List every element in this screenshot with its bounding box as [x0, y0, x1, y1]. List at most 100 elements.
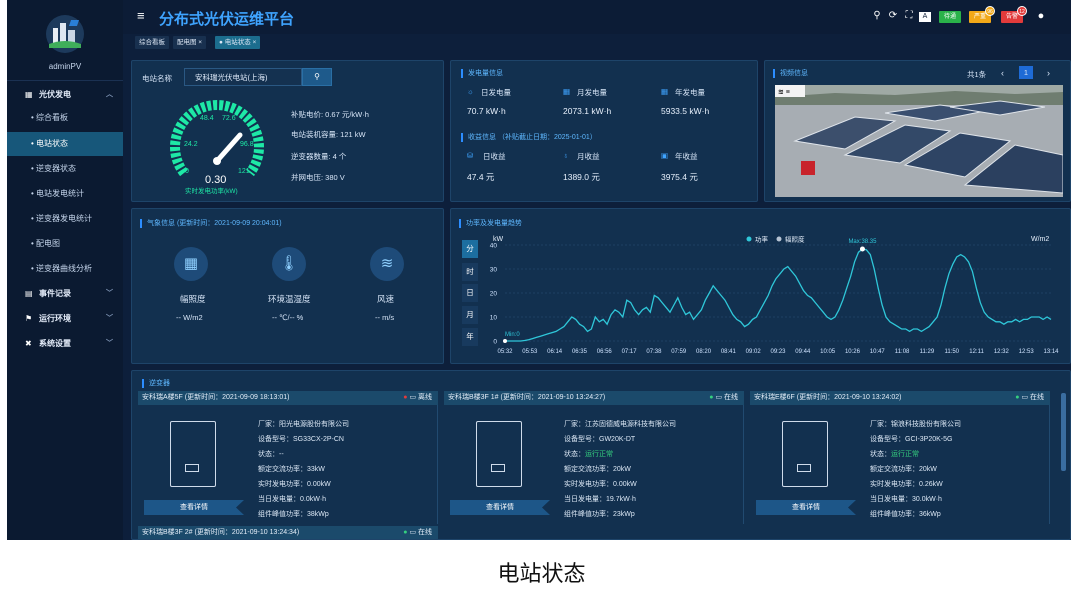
- inverter-rated-power: 额定交流功率：20kW: [870, 466, 937, 473]
- x-tick-label: 09:23: [770, 349, 786, 355]
- view-details-button[interactable]: 查看详情: [144, 500, 244, 515]
- user-icon[interactable]: ●: [1035, 10, 1047, 22]
- view-details-button[interactable]: 查看详情: [756, 500, 856, 515]
- menu-toggle-icon[interactable]: ≡: [137, 8, 145, 23]
- inverter-device-image: [170, 421, 216, 487]
- inverter-card-title: 安科瑞E楼6F (更新时间：2021-09-10 13:24:02): [754, 394, 902, 401]
- station-name-field[interactable]: [184, 68, 302, 86]
- prev-page-button[interactable]: ‹: [1001, 68, 1004, 78]
- menu-group-settings[interactable]: ✖ 系统设置 ﹀: [7, 333, 123, 355]
- battery-icon: ▭: [409, 394, 418, 401]
- inverter-card-title: 安科瑞A楼5F (更新时间：2021-09-09 18:13:01): [142, 394, 290, 401]
- inverter-device-image: [782, 421, 828, 487]
- inverter-factory: 厂家：锦浪科技股份有限公司: [870, 421, 961, 428]
- inverter-card: 安科瑞E楼6F (更新时间：2021-09-10 13:24:02) ● ▭ 在线…: [750, 391, 1050, 524]
- state-value: --: [279, 451, 284, 458]
- view-details-button[interactable]: 查看详情: [450, 500, 550, 515]
- gauge-tick: 96.8: [240, 141, 254, 148]
- menu-group-events[interactable]: ▤ 事件记录 ﹀: [7, 283, 123, 305]
- state-value: 运行正常: [585, 451, 613, 458]
- yearly-generation-value: 5933.5 kW·h: [661, 106, 710, 116]
- top-bar: ≡ 分布式光伏运维平台 ⚲ ⟳ ⛶ A 待通 严重 96 告警 12 ● 综合看板 …: [123, 0, 1071, 49]
- sidebar-item-overview[interactable]: • 综合看板: [7, 106, 123, 130]
- inverter-status: ● ▭ 在线: [709, 391, 738, 405]
- pending-button[interactable]: 待通: [939, 11, 961, 23]
- gauge-zero: 0: [185, 168, 189, 175]
- coins-icon: ⛁: [467, 151, 474, 160]
- x-tick-label: 09:02: [746, 349, 762, 355]
- gauge-value: 0.30: [205, 174, 226, 186]
- solar-panel-icon: ▦: [174, 247, 208, 281]
- menu-group-label: 光伏发电: [39, 90, 71, 99]
- chevron-down-icon: ﹀: [106, 315, 113, 322]
- sidebar-item-station-stats[interactable]: • 电站发电统计: [7, 182, 123, 206]
- income-title: 收益信息 （补贴截止日期：2025-01-01）: [461, 133, 597, 142]
- gauge-max: 121: [238, 168, 250, 175]
- alarm-label: 告警: [1005, 14, 1018, 20]
- legend-irradiance-label: 辐照度: [785, 235, 805, 244]
- page-number-button[interactable]: 1: [1019, 66, 1033, 79]
- x-tick-label: 12:53: [1019, 349, 1035, 355]
- scrollbar[interactable]: [1061, 393, 1066, 471]
- next-page-button[interactable]: ›: [1047, 68, 1050, 78]
- period-year-button[interactable]: 年: [462, 328, 478, 346]
- sidebar-item-station-status[interactable]: • 电站状态: [7, 132, 123, 156]
- chart-panel: 功率及发电量趋势 分 时 日 月 年 0 10 20 30 40 kW W/m2 05:32 0…: [450, 208, 1071, 364]
- period-day-button[interactable]: 日: [462, 284, 478, 302]
- inverter-state: 状态：运行正常: [564, 449, 613, 459]
- menu-group-pv[interactable]: ▦ 光伏发电 ︿: [7, 84, 123, 106]
- battery-icon: ▭: [1021, 394, 1030, 401]
- video-title: 视频信息: [773, 69, 808, 78]
- period-minute-button[interactable]: 分: [462, 240, 478, 258]
- irradiance-value: -- W/m2: [176, 313, 203, 322]
- state-label: 状态：: [870, 451, 891, 458]
- grid-icon: ▦: [25, 90, 33, 99]
- tools-icon: ✖: [25, 339, 32, 348]
- search-icon[interactable]: ⚲: [871, 10, 883, 21]
- state-value: 运行正常: [891, 451, 919, 458]
- monthly-income-label: 月收益: [577, 152, 600, 161]
- station-search-button[interactable]: ⚲: [302, 68, 332, 86]
- x-tick-label: 06:56: [597, 349, 613, 355]
- gauge-tick: 24.2: [184, 141, 198, 148]
- severe-button[interactable]: 严重 96: [969, 6, 995, 23]
- x-tick-label: 10:05: [820, 349, 836, 355]
- font-size-icon[interactable]: A: [919, 12, 931, 22]
- y-tick-label: 40: [490, 243, 498, 250]
- period-hour-button[interactable]: 时: [462, 263, 478, 281]
- menu-group-environment[interactable]: ⚑ 运行环境 ﹀: [7, 308, 123, 330]
- page-title: 分布式光伏运维平台: [159, 11, 295, 28]
- period-month-button[interactable]: 月: [462, 306, 478, 324]
- sidebar-item-curve-analysis[interactable]: • 逆变器曲线分析: [7, 257, 123, 281]
- tab-distribution[interactable]: 配电图 ×: [173, 36, 207, 49]
- tab-overview[interactable]: 综合看板: [135, 36, 169, 49]
- sidebar-item-inverter-status[interactable]: • 逆变器状态: [7, 157, 123, 181]
- video-feed[interactable]: ≋ ≡: [775, 85, 1063, 197]
- video-total: 共1条: [967, 70, 987, 79]
- status-text: 在线: [1030, 394, 1044, 401]
- installed-capacity: 电站装机容量: 121 kW: [291, 130, 366, 139]
- x-tick-label: 12:32: [994, 349, 1010, 355]
- tab-station-status[interactable]: ● 电站状态 ×: [215, 36, 261, 49]
- max-marker: [859, 246, 865, 252]
- refresh-icon[interactable]: ⟳: [887, 10, 899, 21]
- inverter-card-header-partial: 安科瑞B楼3F 2# (更新时间：2021-09-10 13:24:34) ● …: [138, 526, 438, 539]
- menu-group-label: 系统设置: [39, 339, 71, 348]
- y-tick-label: 10: [490, 315, 498, 322]
- inverter-daily-generation: 当日发电量：30.0kW·h: [870, 496, 942, 503]
- battery-icon: ▭: [715, 394, 724, 401]
- station-name-label: 电站名称: [142, 74, 172, 83]
- yearly-income-label: 年收益: [675, 152, 698, 161]
- app-window: adminPV ▦ 光伏发电 ︿ • 综合看板 • 电站状态 • 逆变器状态 • 电…: [7, 0, 1071, 540]
- status-text: 在线: [418, 529, 432, 536]
- alarm-button[interactable]: 告警 12: [1001, 6, 1027, 23]
- video-panel: 视频信息 共1条 ‹ 1 › ≋ ≡: [764, 60, 1071, 202]
- inverter-card-title: 安科瑞B楼3F 1# (更新时间：2021-09-10 13:24:27): [448, 394, 606, 401]
- alarm-count-badge: 12: [1017, 6, 1027, 16]
- fullscreen-icon[interactable]: ⛶: [903, 10, 915, 21]
- daily-income-label: 日收益: [483, 152, 506, 161]
- sidebar-item-distribution[interactable]: • 配电图: [7, 232, 123, 256]
- wind-icon: ≋: [370, 247, 404, 281]
- weather-title: 气象信息 (更新时间：2021-09-09 20:04:01): [140, 219, 282, 228]
- sidebar-item-inverter-stats[interactable]: • 逆变器发电统计: [7, 207, 123, 231]
